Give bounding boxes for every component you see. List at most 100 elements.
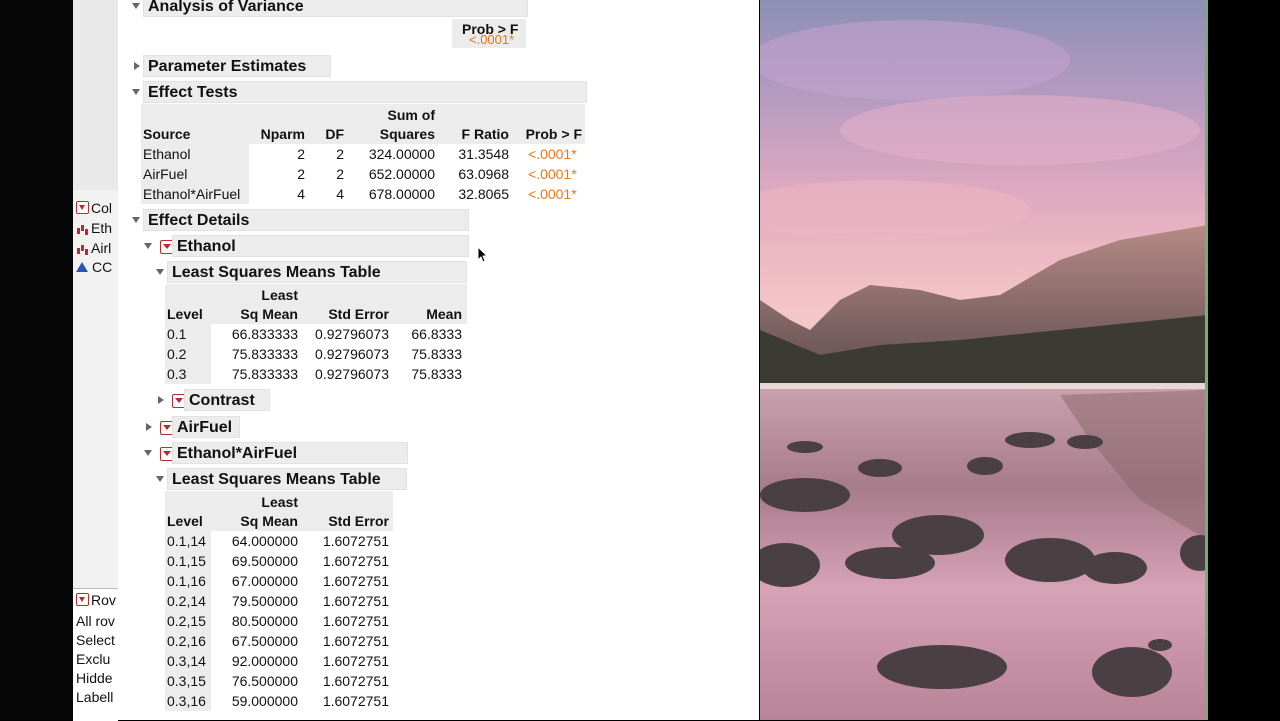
- table-cell-nparm: 4: [297, 186, 305, 202]
- disclosure-open-icon[interactable]: [132, 217, 140, 223]
- table-cell-level: 0.2,16: [167, 633, 206, 649]
- rows-label: Rov: [91, 592, 116, 608]
- interaction-lsm-title: Least Squares Means Table: [172, 471, 381, 488]
- table-cell-level: 0.1,16: [167, 573, 206, 589]
- table-cell-level: 0.2: [167, 346, 187, 362]
- table-cell-std-error: 1.6072751: [322, 693, 389, 709]
- col-header-mean: Mean: [426, 306, 462, 322]
- disclosure-open-icon[interactable]: [132, 89, 140, 95]
- table-cell-lsm: 66.833333: [231, 326, 298, 342]
- col-header-source: Source: [143, 126, 191, 142]
- col-header-std-error: Std Error: [328, 306, 389, 322]
- table-cell-lsm: 69.500000: [231, 553, 298, 569]
- table-cell-ss: 652.00000: [368, 166, 435, 182]
- column-item-co[interactable]: CC: [76, 258, 118, 277]
- effect-tests-header[interactable]: Effect Tests: [143, 81, 587, 103]
- columns-panel-header[interactable]: Col: [76, 199, 118, 218]
- table-cell-std-error: 1.6072751: [322, 653, 389, 669]
- effect-tests-title: Effect Tests: [148, 84, 238, 101]
- table-cell-lsm: 75.833333: [231, 366, 298, 382]
- interaction-header[interactable]: Ethanol*AirFuel: [172, 442, 408, 464]
- airfuel-header[interactable]: AirFuel: [172, 416, 240, 438]
- disclosure-open-icon[interactable]: [144, 243, 152, 249]
- table-cell-level: 0.1,15: [167, 553, 206, 569]
- parameter-estimates-header[interactable]: Parameter Estimates: [143, 55, 331, 77]
- table-cell-prob: <.0001*: [528, 186, 577, 202]
- table-cell-df: 2: [336, 166, 344, 182]
- ethanol-lsm-header[interactable]: Least Squares Means Table: [167, 261, 467, 283]
- table-cell-lsm: 67.000000: [231, 573, 298, 589]
- rows-panel-header[interactable]: Rov: [76, 591, 118, 610]
- table-cell-source: AirFuel: [143, 166, 188, 182]
- table-cell-nparm: 2: [297, 146, 305, 162]
- table-cell-std-error: 1.6072751: [322, 633, 389, 649]
- interaction-title: Ethanol*AirFuel: [177, 445, 298, 462]
- contrast-title: Contrast: [189, 392, 255, 409]
- table-cell-mean: 75.8333: [411, 346, 462, 362]
- table-cell-lsm: 64.000000: [231, 533, 298, 549]
- table-cell-std-error: 0.92796073: [315, 326, 389, 342]
- disclosure-open-icon[interactable]: [156, 269, 164, 275]
- interaction-lsm-header[interactable]: Least Squares Means Table: [167, 468, 407, 490]
- table-cell-source: Ethanol*AirFuel: [143, 186, 241, 202]
- ethanol-header[interactable]: Ethanol: [172, 235, 469, 257]
- col-header-ss: Squares: [379, 126, 435, 142]
- table-cell-lsm: 80.500000: [231, 613, 298, 629]
- table-cell-lsm: 79.500000: [231, 593, 298, 609]
- col-header-lsm-top: Least: [261, 287, 298, 303]
- disclosure-open-icon[interactable]: [144, 450, 152, 456]
- disclosure-closed-icon[interactable]: [158, 396, 164, 404]
- effect-details-header[interactable]: Effect Details: [143, 209, 469, 231]
- table-cell-source: Ethanol: [143, 146, 191, 162]
- mouse-cursor-icon: [477, 246, 489, 263]
- column-label: Eth: [91, 220, 113, 236]
- table-cell-std-error: 1.6072751: [322, 613, 389, 629]
- data-table-grid-area: [73, 0, 118, 190]
- columns-label: Col: [91, 200, 113, 216]
- table-cell-ss: 678.00000: [368, 186, 435, 202]
- disclosure-closed-icon[interactable]: [146, 423, 152, 431]
- table-cell-level: 0.3,14: [167, 653, 206, 669]
- rows-selected: Select: [76, 632, 115, 648]
- disclosure-open-icon[interactable]: [132, 3, 140, 9]
- table-cell-f-ratio: 31.3548: [458, 146, 509, 162]
- table-cell-ss: 324.00000: [368, 146, 435, 162]
- airfuel-title: AirFuel: [177, 419, 233, 436]
- table-cell-level: 0.3,15: [167, 673, 206, 689]
- table-cell-lsm: 92.000000: [231, 653, 298, 669]
- table-cell-level: 0.3: [167, 366, 187, 382]
- disclosure-open-icon[interactable]: [156, 476, 164, 482]
- anova-prob-value: <.0001*: [469, 32, 515, 47]
- table-cell-std-error: 0.92796073: [315, 346, 389, 362]
- table-cell-std-error: 1.6072751: [322, 673, 389, 689]
- contrast-header[interactable]: Contrast: [184, 389, 270, 411]
- column-item-ethanol[interactable]: Eth: [76, 219, 118, 238]
- table-cell-std-error: 0.92796073: [315, 366, 389, 382]
- ethanol-lsm-title: Least Squares Means Table: [172, 264, 381, 281]
- table-cell-std-error: 1.6072751: [322, 553, 389, 569]
- disclosure-closed-icon[interactable]: [134, 62, 140, 70]
- col-header-level: Level: [167, 513, 203, 529]
- table-cell-df: 4: [336, 186, 344, 202]
- ethanol-title: Ethanol: [177, 238, 236, 255]
- menu-triangle-icon[interactable]: [76, 201, 89, 214]
- column-item-airfuel[interactable]: Airl: [76, 239, 118, 258]
- bar-chart-icon: [76, 223, 88, 234]
- bar-chart-icon: [76, 243, 88, 254]
- table-cell-std-error: 1.6072751: [322, 593, 389, 609]
- menu-triangle-icon[interactable]: [76, 593, 89, 606]
- screen-border-right: [1208, 0, 1280, 720]
- table-cell-mean: 66.8333: [411, 326, 462, 342]
- anova-title: Analysis of Variance: [148, 0, 304, 15]
- col-header-f-ratio: F Ratio: [461, 126, 509, 142]
- col-header-lsm-top: Least: [261, 494, 298, 510]
- anova-outline-header[interactable]: Analysis of Variance: [143, 0, 528, 17]
- table-cell-prob: <.0001*: [528, 146, 577, 162]
- effect-details-title: Effect Details: [148, 212, 250, 229]
- table-cell-nparm: 2: [297, 166, 305, 182]
- col-header-df: DF: [325, 126, 344, 142]
- rows-all: All rov: [76, 613, 115, 629]
- table-cell-prob: <.0001*: [528, 166, 577, 182]
- rows-excluded: Exclu: [76, 651, 111, 667]
- column-label: CC: [92, 259, 113, 275]
